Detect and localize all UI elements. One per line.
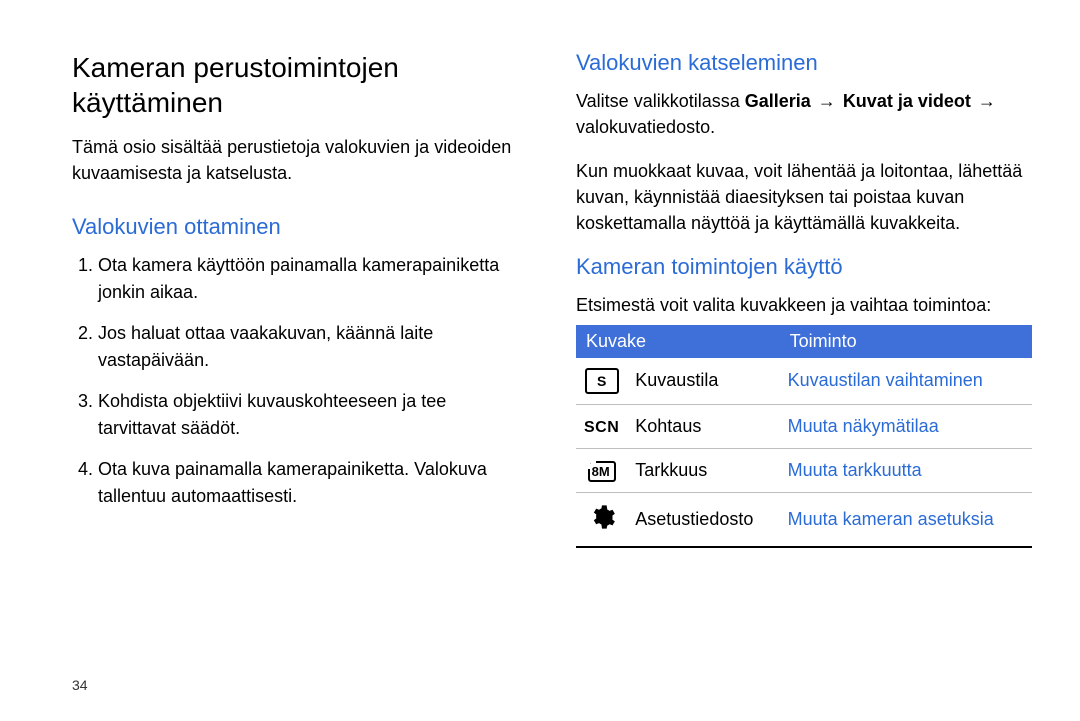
menu-galleria: Galleria [745, 91, 811, 111]
list-item: Jos haluat ottaa vaakakuvan, käännä lait… [98, 320, 528, 374]
page-number: 34 [72, 677, 88, 693]
gear-icon-svg [588, 503, 616, 531]
viewing-instruction: Valitse valikkotilassa Galleria → Kuvat … [576, 88, 1032, 140]
resolution-8m-icon: 8M [576, 448, 627, 492]
row-label: Kohtaus [627, 404, 779, 448]
functions-table: Kuvake Toiminto S Kuvaustila Kuvaustilan… [576, 325, 1032, 549]
right-column: Valokuvien katseleminen Valitse valikkot… [576, 50, 1032, 548]
intro-text: Tämä osio sisältää perustietoja valokuvi… [72, 134, 528, 186]
table-row: 8M Tarkkuus Muuta tarkkuutta [576, 448, 1032, 492]
text: valokuvatiedosto. [576, 117, 715, 137]
arrow-icon: → [816, 88, 838, 114]
section-heading-camera-functions: Kameran toimintojen käyttö [576, 254, 1032, 280]
row-action: Muuta näkymätilaa [780, 404, 1032, 448]
arrow-icon: → [976, 88, 998, 114]
mode-s-icon: S [576, 358, 627, 405]
row-action: Muuta kameran asetuksia [780, 493, 1032, 548]
text: Valitse valikkotilassa [576, 91, 745, 111]
table-header-icon: Kuvake [576, 325, 780, 358]
list-item: Kohdista objektiivi kuvauskohteeseen ja … [98, 388, 528, 442]
functions-intro: Etsimestä voit valita kuvakkeen ja vaiht… [576, 292, 1032, 318]
scn-icon: SCN [576, 404, 627, 448]
page-title: Kameran perustoimintojen käyttäminen [72, 50, 528, 120]
table-row: SCN Kohtaus Muuta näkymätilaa [576, 404, 1032, 448]
table-row: S Kuvaustila Kuvaustilan vaihtaminen [576, 358, 1032, 405]
table-row: Asetustiedosto Muuta kameran asetuksia [576, 493, 1032, 548]
row-label: Kuvaustila [627, 358, 779, 405]
row-action: Kuvaustilan vaihtaminen [780, 358, 1032, 405]
gear-icon [576, 493, 627, 548]
list-item: Ota kuva painamalla kamerapainiketta. Va… [98, 456, 528, 510]
row-label: Tarkkuus [627, 448, 779, 492]
menu-kuvat-videot: Kuvat ja videot [843, 91, 971, 111]
row-action: Muuta tarkkuutta [780, 448, 1032, 492]
section-heading-taking-photos: Valokuvien ottaminen [72, 214, 528, 240]
left-column: Kameran perustoimintojen käyttäminen Täm… [72, 50, 528, 548]
steps-list: Ota kamera käyttöön painamalla kamerapai… [72, 252, 528, 510]
row-label: Asetustiedosto [627, 493, 779, 548]
table-header-function: Toiminto [780, 325, 1032, 358]
viewing-description: Kun muokkaat kuvaa, voit lähentää ja loi… [576, 158, 1032, 236]
list-item: Ota kamera käyttöön painamalla kamerapai… [98, 252, 528, 306]
section-heading-viewing-photos: Valokuvien katseleminen [576, 50, 1032, 76]
page-content: Kameran perustoimintojen käyttäminen Täm… [0, 0, 1080, 578]
